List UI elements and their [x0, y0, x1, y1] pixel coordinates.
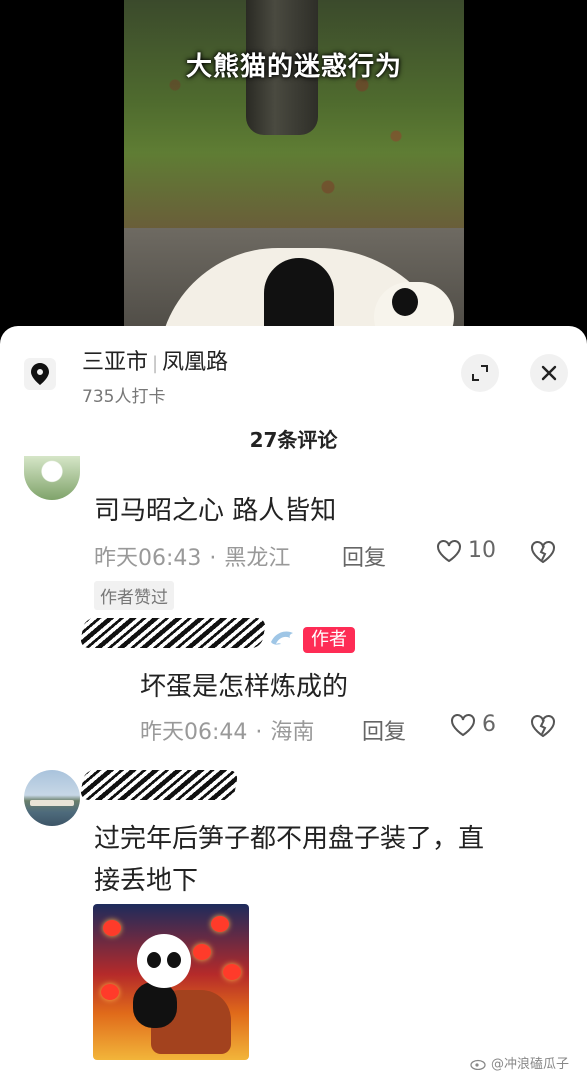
- author-liked-tag: 作者赞过: [94, 581, 174, 610]
- comment-sticker-image[interactable]: [93, 904, 249, 1060]
- video-player[interactable]: 大熊猫的迷惑行为: [124, 0, 464, 340]
- comment-time: 昨天06:44: [140, 720, 248, 745]
- like-button[interactable]: 10: [436, 538, 496, 563]
- like-count: 6: [482, 712, 496, 737]
- comment-region: 海南: [270, 720, 315, 745]
- comment-text-line: 过完年后笋子都不用盘子装了，直: [94, 824, 485, 854]
- reply-button[interactable]: 回复: [362, 714, 406, 746]
- reply-button[interactable]: 回复: [342, 540, 386, 572]
- location-road: 凤凰路: [162, 350, 229, 375]
- close-icon: [541, 365, 557, 381]
- sticker-panda-head: [137, 934, 191, 988]
- comments-sheet: 三亚市 | 凤凰路 735人打卡 27条评论 司马昭之心 路人皆知 昨天06:43 ·…: [0, 326, 587, 1080]
- avatar[interactable]: [24, 456, 80, 500]
- comment-text-line: 接丢地下: [94, 866, 199, 896]
- like-button[interactable]: 6: [450, 712, 496, 737]
- dislike-heart-icon: [531, 541, 555, 564]
- comment-text: 过完年后笋子都不用盘子装了，直 接丢地下: [94, 818, 564, 902]
- redacted-username: [79, 618, 267, 648]
- heart-icon: [451, 713, 475, 736]
- location-pin-icon[interactable]: [24, 358, 56, 390]
- location-separator: |: [152, 353, 159, 374]
- heart-icon: [437, 539, 461, 562]
- expand-button[interactable]: [461, 354, 499, 392]
- meta-dot: ·: [209, 546, 217, 571]
- video-title: 大熊猫的迷惑行为: [185, 52, 402, 82]
- redacted-username: [79, 770, 239, 800]
- comment-text: 坏蛋是怎样炼成的: [140, 672, 349, 702]
- meta-dot: ·: [255, 720, 263, 745]
- close-button[interactable]: [530, 354, 568, 392]
- lantern: [223, 964, 241, 980]
- sticker-panda-body: [133, 982, 177, 1028]
- author-badge: 作者: [303, 627, 355, 653]
- location-checkins: 735人打卡: [82, 387, 166, 407]
- like-count: 10: [468, 538, 496, 563]
- location-city: 三亚市: [82, 350, 149, 375]
- panda-ear: [392, 288, 418, 316]
- location-title[interactable]: 三亚市 | 凤凰路: [82, 344, 228, 376]
- comment-meta: 昨天06:44 · 海南: [140, 714, 314, 746]
- dislike-button[interactable]: [530, 714, 556, 742]
- dislike-button[interactable]: [530, 540, 556, 568]
- comment-time: 昨天06:43: [94, 546, 202, 571]
- comment-count: 27条评论: [249, 428, 338, 452]
- dolphin-icon: [271, 631, 293, 645]
- lantern: [103, 920, 121, 936]
- comment-text: 司马昭之心 路人皆知: [94, 496, 337, 526]
- weibo-icon: [470, 1059, 486, 1070]
- watermark: @冲浪磕瓜子: [470, 1053, 569, 1072]
- watermark-text: @冲浪磕瓜子: [491, 1057, 570, 1072]
- dislike-heart-icon: [531, 715, 555, 738]
- expand-icon: [472, 365, 488, 381]
- lantern: [211, 916, 229, 932]
- comment-region: 黑龙江: [224, 546, 291, 571]
- avatar[interactable]: [24, 770, 80, 826]
- comment-meta: 昨天06:43 · 黑龙江: [94, 540, 290, 572]
- lantern: [101, 984, 119, 1000]
- lantern: [193, 944, 211, 960]
